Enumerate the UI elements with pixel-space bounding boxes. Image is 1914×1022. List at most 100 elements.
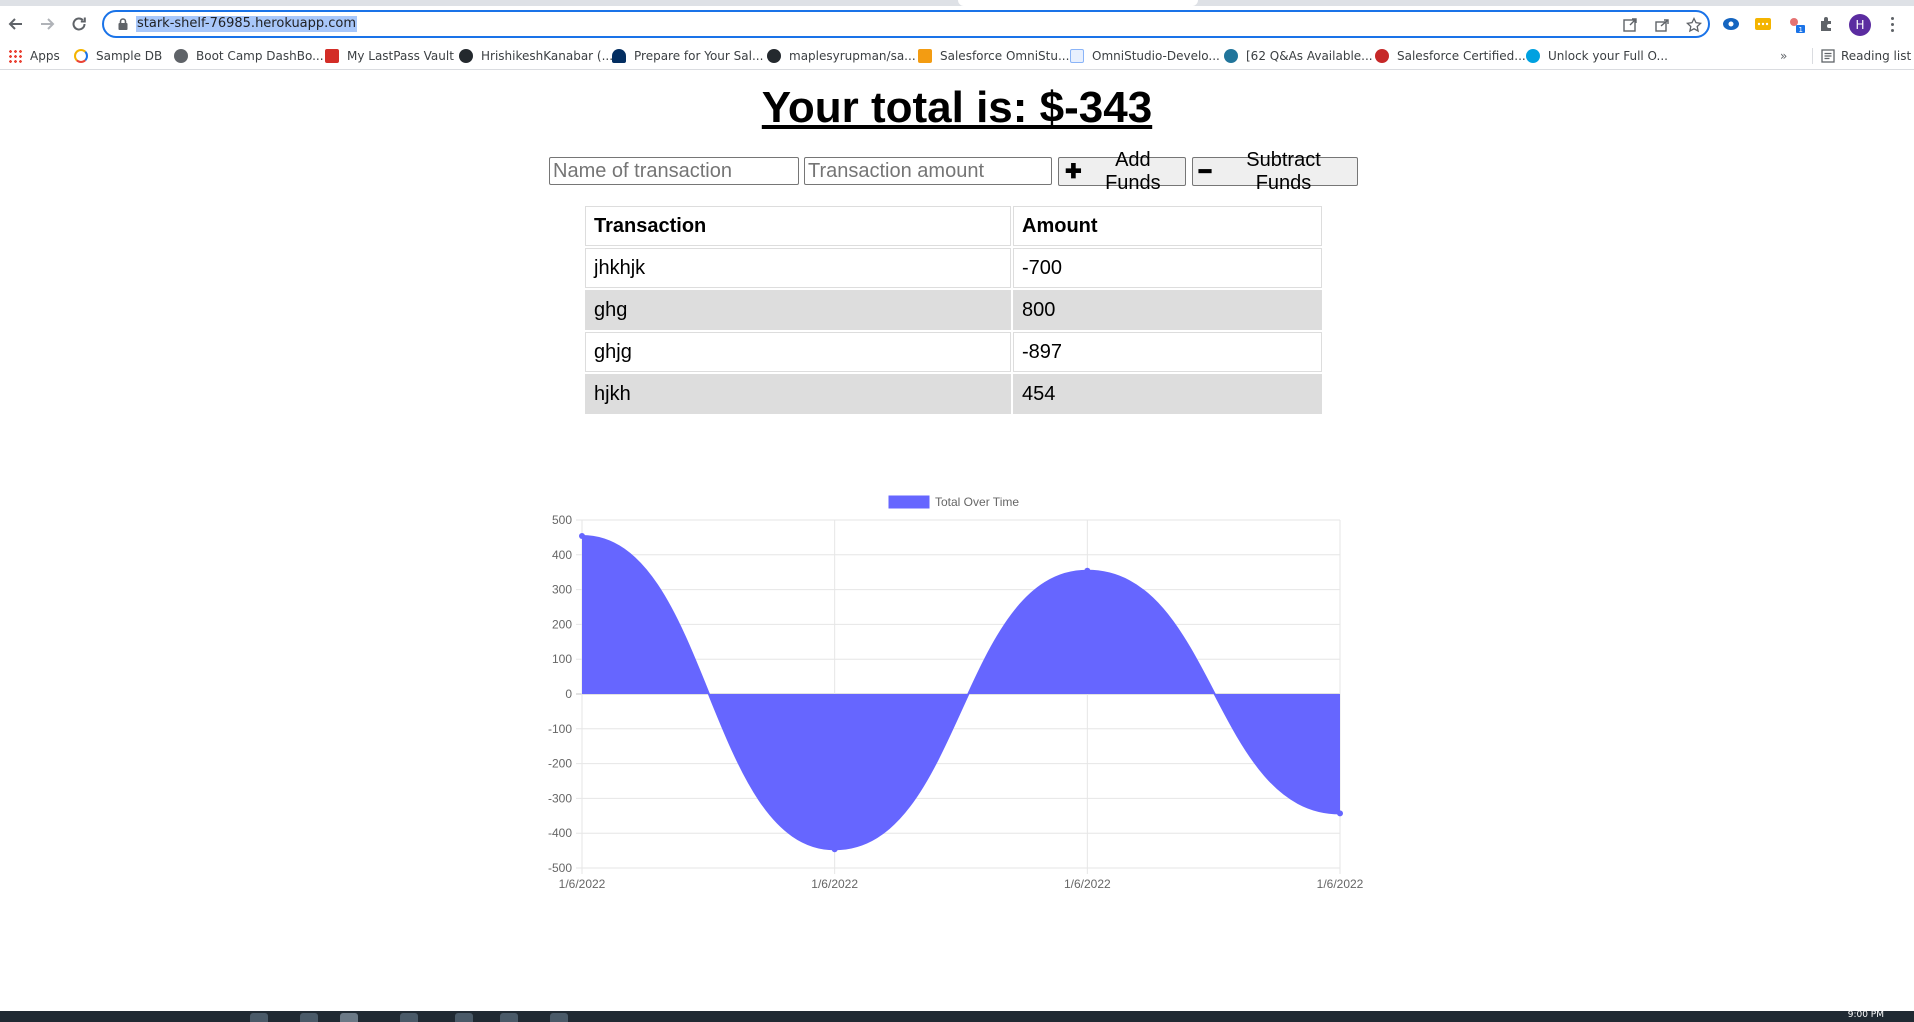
add-funds-button[interactable]: ✚ Add Funds [1058, 149, 1186, 194]
data-point [579, 533, 585, 540]
github-icon [767, 49, 781, 63]
subtract-funds-label: Subtract Funds [1246, 148, 1321, 194]
bookmark-omnistudio-developer[interactable]: OmniStudio-Develo... [1070, 47, 1220, 65]
header-amount: Amount [1013, 206, 1322, 246]
table-header-row: Transaction Amount [585, 206, 1322, 246]
y-tick-label: 0 [565, 687, 572, 701]
browser-toolbar: stark-shelf-76985.herokuapp.com 1 H [0, 6, 1914, 42]
transaction-name-cell: ghjg [585, 332, 1011, 372]
bookmark-label: Apps [30, 49, 60, 63]
chart-canvas: Total Over Time 500 400 300 200 100 0 -100 -200 -… [548, 495, 1364, 891]
transaction-name-cell: jhkhjk [585, 248, 1011, 288]
taskbar-app-icon[interactable] [250, 1013, 268, 1022]
bookmark-apps[interactable]: Apps [8, 47, 60, 65]
taskbar-app-icon[interactable] [300, 1013, 318, 1022]
share-icon[interactable] [1654, 17, 1670, 33]
bookmark-github-maplesyrupman[interactable]: maplesyrupman/sa... [767, 47, 916, 65]
reload-icon [72, 17, 86, 31]
bookmarks-overflow-button[interactable]: » [1780, 49, 1787, 63]
bookmark-label: HrishikeshKanabar (... [481, 49, 614, 63]
back-button[interactable] [3, 11, 29, 37]
y-tick-label: -200 [548, 757, 572, 771]
bookmark-label: [62 Q&As Available... [1246, 49, 1373, 63]
taskbar-app-icon[interactable] [550, 1013, 568, 1022]
bookmark-salesforce-certified[interactable]: Salesforce Certified... [1375, 47, 1526, 65]
lastpass-icon [325, 49, 339, 63]
taskbar-app-icon[interactable] [400, 1013, 418, 1022]
minus-icon: ━ [1199, 160, 1212, 183]
bookmark-label: My LastPass Vault [347, 49, 454, 63]
salesforce-icon [1526, 49, 1540, 63]
bookmark-label: Prepare for Your Sal... [634, 49, 764, 63]
bookmark-sample-db[interactable]: Sample DB [74, 47, 162, 65]
github-icon [459, 49, 473, 63]
system-clock: 9:00 PM [1847, 1010, 1884, 1020]
bookmark-label: OmniStudio-Develo... [1092, 49, 1220, 63]
legend-label: Total Over Time [935, 495, 1019, 509]
omnistudio-icon [918, 49, 932, 63]
sample-db-icon [74, 49, 88, 63]
open-in-app-icon[interactable] [1622, 17, 1638, 33]
add-funds-label: Add Funds [1105, 148, 1161, 194]
globe-icon [174, 49, 188, 63]
bookmark-label: Salesforce OmniStu... [940, 49, 1070, 63]
extensions-puzzle-icon[interactable] [1818, 15, 1836, 33]
apps-grid-icon [8, 49, 22, 63]
data-point [831, 846, 838, 853]
bookmark-label: Sample DB [96, 49, 163, 63]
bookmark-62-qas[interactable]: [62 Q&As Available... [1224, 47, 1373, 65]
taskbar-app-icon[interactable] [455, 1013, 473, 1022]
x-tick-label: 1/6/2022 [559, 877, 606, 891]
taskbar-app-icon[interactable] [340, 1013, 358, 1022]
taskbar-app-icon[interactable] [500, 1013, 518, 1022]
budget-app-page: Your total is: $-343 ✚ Add Funds ━ Subtr… [0, 71, 1914, 1011]
y-tick-label: -500 [548, 861, 572, 875]
back-arrow-icon [8, 18, 22, 30]
transaction-amount-cell: 454 [1013, 374, 1322, 414]
bookmark-github-hrishikesh[interactable]: HrishikeshKanabar (... [459, 47, 613, 65]
x-tick-label: 1/6/2022 [811, 877, 858, 891]
lock-icon [118, 18, 128, 30]
transaction-amount-input[interactable] [804, 157, 1052, 185]
header-transaction: Transaction [585, 206, 1011, 246]
bookmark-omnistudio[interactable]: Salesforce OmniStu... [918, 47, 1069, 65]
bookmarks-bar: Apps Sample DB Boot Camp DashBo... My La… [0, 42, 1914, 70]
extension-eye-icon[interactable] [1722, 15, 1740, 33]
transaction-amount-cell: 800 [1013, 290, 1322, 330]
y-tick-label: -300 [548, 791, 572, 805]
address-bar[interactable]: stark-shelf-76985.herokuapp.com [102, 10, 1710, 38]
table-row: hjkh 454 [585, 374, 1322, 414]
divider [1812, 48, 1813, 64]
trailhead-icon [612, 49, 626, 63]
y-tick-label: 400 [552, 548, 572, 562]
wordpress-icon [1224, 49, 1238, 63]
transaction-name-cell: hjkh [585, 374, 1011, 414]
extension-sync-icon[interactable]: 1 [1788, 15, 1806, 33]
bookmark-label: Boot Camp DashBo... [196, 49, 324, 63]
profile-avatar[interactable]: H [1849, 14, 1871, 36]
extension-lastpass-icon[interactable] [1754, 15, 1772, 33]
bookmark-boot-camp[interactable]: Boot Camp DashBo... [174, 47, 324, 65]
y-tick-label: -100 [548, 722, 572, 736]
subtract-funds-button[interactable]: ━ Subtract Funds [1192, 149, 1358, 194]
data-point [1337, 810, 1343, 817]
y-tick-label: 300 [552, 583, 572, 597]
x-tick-label: 1/6/2022 [1064, 877, 1111, 891]
document-icon [1070, 49, 1084, 63]
reload-button[interactable] [66, 11, 92, 37]
transaction-name-input[interactable] [549, 157, 799, 185]
bookmark-lastpass[interactable]: My LastPass Vault [325, 47, 454, 65]
total-heading: Your total is: $-343 [761, 83, 1153, 132]
forward-button[interactable] [34, 11, 60, 37]
y-tick-label: 500 [552, 513, 572, 527]
plus-icon: ✚ [1065, 160, 1082, 183]
transaction-amount-cell: -700 [1013, 248, 1322, 288]
certification-icon [1375, 49, 1389, 63]
reading-list-button[interactable]: Reading list [1812, 47, 1911, 65]
bookmark-unlock[interactable]: Unlock your Full O... [1526, 47, 1668, 65]
url-text[interactable]: stark-shelf-76985.herokuapp.com [136, 16, 358, 32]
bookmark-star-icon[interactable] [1686, 17, 1702, 33]
bookmark-prepare-salesforce[interactable]: Prepare for Your Sal... [612, 47, 763, 65]
browser-menu-icon[interactable] [1886, 15, 1898, 33]
y-tick-label: 100 [552, 652, 572, 666]
